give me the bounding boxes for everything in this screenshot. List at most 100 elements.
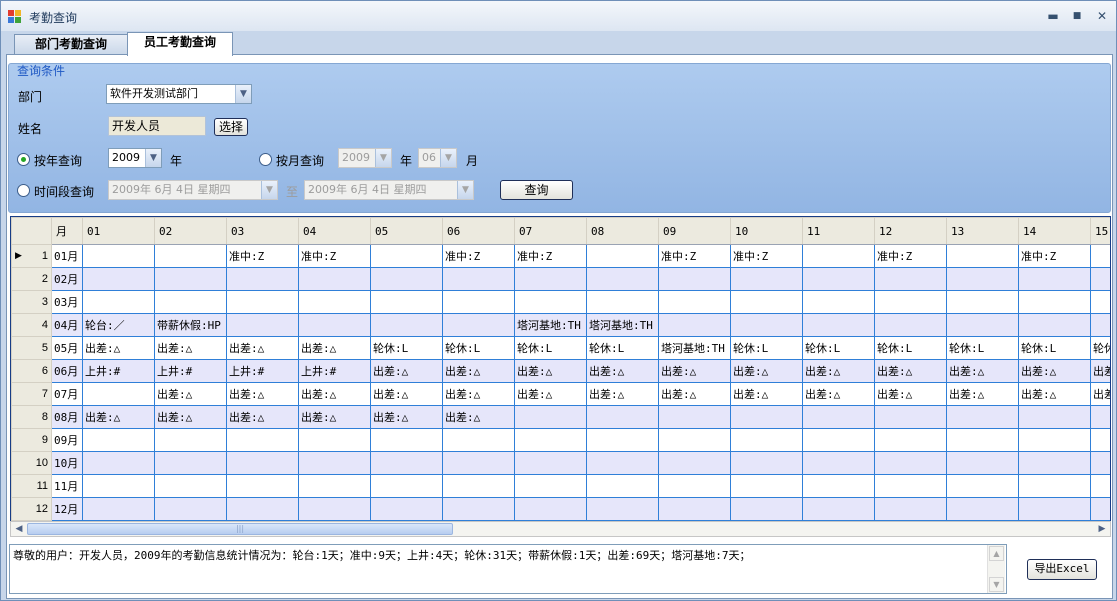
- day-cell[interactable]: [154, 474, 227, 498]
- tab-employee-attendance[interactable]: 员工考勤查询: [127, 32, 233, 56]
- day-cell[interactable]: [1018, 313, 1091, 337]
- day-cell[interactable]: 上井:#: [82, 359, 155, 383]
- table-row[interactable]: 12 12月: [11, 497, 1110, 521]
- day-cell[interactable]: [442, 267, 515, 291]
- column-header[interactable]: 10: [730, 217, 803, 245]
- day-cell[interactable]: 出差:△: [154, 336, 227, 360]
- day-cell[interactable]: [1090, 474, 1110, 498]
- day-cell[interactable]: [82, 474, 155, 498]
- column-header[interactable]: 15: [1090, 217, 1110, 245]
- day-cell[interactable]: 出差: [1090, 359, 1110, 383]
- day-cell[interactable]: 出差:△: [370, 382, 443, 406]
- month-cell[interactable]: 03月: [51, 290, 83, 314]
- day-cell[interactable]: [442, 451, 515, 475]
- table-row[interactable]: 6 06月 上井:# 上井:# 上井:# 上井:# 出差:△ 出差:△ 出差:△ 出差:△ 出差:△…: [11, 359, 1110, 383]
- day-cell[interactable]: 出差:△: [730, 359, 803, 383]
- column-header[interactable]: 月: [51, 217, 83, 245]
- day-cell[interactable]: [298, 313, 371, 337]
- day-cell[interactable]: [658, 313, 731, 337]
- day-cell[interactable]: [946, 451, 1019, 475]
- day-cell[interactable]: [946, 267, 1019, 291]
- day-cell[interactable]: [1090, 313, 1110, 337]
- day-cell[interactable]: 准中:Z: [658, 244, 731, 268]
- month-cell[interactable]: 04月: [51, 313, 83, 337]
- day-cell[interactable]: 上井:#: [154, 359, 227, 383]
- day-cell[interactable]: 轮休:L: [1018, 336, 1091, 360]
- column-header[interactable]: 02: [154, 217, 227, 245]
- day-cell[interactable]: 出差:△: [874, 359, 947, 383]
- day-cell[interactable]: [946, 474, 1019, 498]
- day-cell[interactable]: [946, 428, 1019, 452]
- day-cell[interactable]: [1018, 290, 1091, 314]
- day-cell[interactable]: 准中:Z: [730, 244, 803, 268]
- day-cell[interactable]: [586, 428, 659, 452]
- day-cell[interactable]: [802, 405, 875, 429]
- day-cell[interactable]: 准中:Z: [442, 244, 515, 268]
- day-cell[interactable]: [658, 451, 731, 475]
- day-cell[interactable]: [802, 451, 875, 475]
- row-header[interactable]: 6: [11, 359, 52, 383]
- day-cell[interactable]: [370, 244, 443, 268]
- day-cell[interactable]: [874, 428, 947, 452]
- row-header[interactable]: 8: [11, 405, 52, 429]
- day-cell[interactable]: 出差:△: [154, 382, 227, 406]
- day-cell[interactable]: [82, 382, 155, 406]
- day-cell[interactable]: [154, 244, 227, 268]
- table-row[interactable]: 4 04月 轮台:／ 带薪休假:HP 塔河基地:TH 塔河基地:TH: [11, 313, 1110, 337]
- day-cell[interactable]: [946, 497, 1019, 521]
- day-cell[interactable]: [82, 428, 155, 452]
- day-cell[interactable]: [1090, 290, 1110, 314]
- column-header[interactable]: 07: [514, 217, 587, 245]
- by-year-radio[interactable]: [17, 153, 30, 166]
- scroll-right-icon[interactable]: ▶: [1095, 522, 1109, 536]
- day-cell[interactable]: [298, 451, 371, 475]
- day-cell[interactable]: [82, 267, 155, 291]
- day-cell[interactable]: [442, 313, 515, 337]
- day-cell[interactable]: [226, 267, 299, 291]
- day-cell[interactable]: [154, 497, 227, 521]
- day-cell[interactable]: 轮休:L: [442, 336, 515, 360]
- close-icon[interactable]: ✕: [1094, 9, 1110, 23]
- day-cell[interactable]: 轮休:L: [946, 336, 1019, 360]
- day-cell[interactable]: [1018, 267, 1091, 291]
- day-cell[interactable]: [658, 405, 731, 429]
- day-cell[interactable]: 出差:△: [586, 359, 659, 383]
- day-cell[interactable]: [298, 267, 371, 291]
- day-cell[interactable]: 出差:△: [802, 382, 875, 406]
- day-cell[interactable]: [1018, 451, 1091, 475]
- table-row[interactable]: 10 10月: [11, 451, 1110, 475]
- period-to-picker[interactable]: 2009年 6月 4日 星期四 ▼: [304, 180, 474, 200]
- month-year-select[interactable]: 2009 ▼: [338, 148, 392, 168]
- column-header[interactable]: 14: [1018, 217, 1091, 245]
- day-cell[interactable]: 出差:△: [298, 405, 371, 429]
- period-from-picker[interactable]: 2009年 6月 4日 星期四 ▼: [108, 180, 278, 200]
- day-cell[interactable]: [730, 405, 803, 429]
- day-cell[interactable]: 出差:△: [442, 359, 515, 383]
- chevron-down-icon[interactable]: ▼: [145, 149, 161, 167]
- day-cell[interactable]: 准中:Z: [226, 244, 299, 268]
- table-row[interactable]: 8 08月 出差:△ 出差:△ 出差:△ 出差:△ 出差:△ 出差:△: [11, 405, 1110, 429]
- day-cell[interactable]: [298, 497, 371, 521]
- row-header[interactable]: 9: [11, 428, 52, 452]
- row-header[interactable]: ▶ 1: [11, 244, 52, 268]
- name-field[interactable]: 开发人员: [108, 116, 206, 136]
- day-cell[interactable]: 轮休:L: [874, 336, 947, 360]
- table-row[interactable]: 3 03月: [11, 290, 1110, 314]
- day-cell[interactable]: [658, 290, 731, 314]
- day-cell[interactable]: 出差:△: [514, 359, 587, 383]
- day-cell[interactable]: 出差:△: [946, 382, 1019, 406]
- chevron-down-icon[interactable]: ▼: [440, 149, 456, 167]
- day-cell[interactable]: [658, 267, 731, 291]
- day-cell[interactable]: [802, 428, 875, 452]
- day-cell[interactable]: [514, 290, 587, 314]
- day-cell[interactable]: 出差:△: [298, 336, 371, 360]
- column-header[interactable]: 03: [226, 217, 299, 245]
- day-cell[interactable]: 轮台:／: [82, 313, 155, 337]
- column-header[interactable]: 06: [442, 217, 515, 245]
- day-cell[interactable]: [226, 474, 299, 498]
- day-cell[interactable]: [226, 290, 299, 314]
- month-select[interactable]: 06 ▼: [418, 148, 457, 168]
- day-cell[interactable]: 塔河基地:TH: [586, 313, 659, 337]
- day-cell[interactable]: [730, 313, 803, 337]
- row-header[interactable]: 10: [11, 451, 52, 475]
